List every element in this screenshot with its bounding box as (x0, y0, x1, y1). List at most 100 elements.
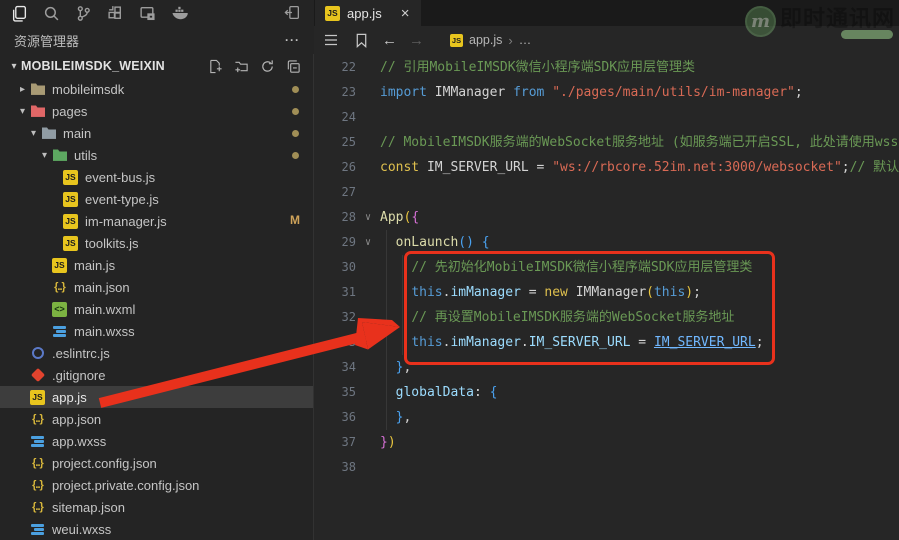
tree-item-.gitignore[interactable]: .gitignore (0, 364, 313, 386)
code-line-27[interactable]: 27 (314, 180, 899, 205)
code-line-34[interactable]: 34 }, (314, 355, 899, 380)
indent-guide (386, 380, 387, 405)
tree-item-event-type.js[interactable]: JS event-type.js (0, 188, 313, 210)
tree-item-toolkits.js[interactable]: JS toolkits.js (0, 232, 313, 254)
tree-item-utils[interactable]: ▾ utils (0, 144, 313, 166)
line-number: 29 (341, 235, 356, 249)
git-modified-badge: M (290, 213, 300, 227)
indent-guide (402, 330, 403, 355)
breadcrumb-file[interactable]: app.js (469, 33, 502, 47)
remote-window-icon[interactable] (138, 4, 157, 23)
tree-item-project.config.json[interactable]: {..} project.config.json (0, 452, 313, 474)
json-file-icon: {..} (32, 457, 44, 469)
json-file-icon: {..} (32, 479, 44, 491)
back-arrow-icon[interactable]: ← (382, 32, 397, 49)
code-line-30[interactable]: 30 // 先初始化MobileIMSDK微信小程序端SDK应用层管理类 (314, 255, 899, 280)
code-line-28[interactable]: 28 ∨ App({ (314, 205, 899, 230)
panel-toggle-icon[interactable] (283, 3, 302, 22)
js-file-icon: JS (62, 169, 79, 185)
chevron-down-icon: ▾ (11, 60, 17, 72)
tree-item-pages[interactable]: ▾ pages (0, 100, 313, 122)
js-file-icon: JS (51, 257, 68, 273)
tree-item-app.wxss[interactable]: app.wxss (0, 430, 313, 452)
fold-chevron-icon[interactable]: ∨ (356, 205, 380, 230)
line-number: 30 (341, 260, 356, 274)
tree-root-folder[interactable]: ▾ MOBILEIMSDK_WEIXIN (0, 54, 313, 78)
code-text: // 先初始化MobileIMSDK微信小程序端SDK应用层管理类 (380, 255, 899, 280)
more-actions-icon[interactable]: ··· (285, 33, 300, 47)
forward-arrow-icon[interactable]: → (409, 32, 424, 49)
tree-item-sitemap.json[interactable]: {..} sitemap.json (0, 496, 313, 518)
code-line-25[interactable]: 25 // MobileIMSDK服务端的WebSocket服务地址 (如服务端已… (314, 130, 899, 155)
explorer-panel-header: 资源管理器 ··· (0, 26, 314, 54)
bookmark-icon[interactable] (352, 31, 370, 49)
line-number: 26 (341, 160, 356, 174)
collapse-all-icon[interactable] (286, 59, 301, 74)
tree-item-project.private.config.json[interactable]: {..} project.private.config.json (0, 474, 313, 496)
indent-guide (386, 330, 387, 355)
indent-guide (386, 355, 387, 380)
tab-app-js[interactable]: JS app.js × (315, 0, 422, 26)
code-editor[interactable]: 22 // 引用MobileIMSDK微信小程序端SDK应用层管理类 23 impor… (314, 54, 899, 540)
code-text: }) (380, 435, 396, 450)
tree-item-im-manager.js[interactable]: JS im-manager.js M (0, 210, 313, 232)
fold-chevron-icon[interactable]: ∨ (356, 230, 380, 255)
tree-item-event-bus.js[interactable]: JS event-bus.js (0, 166, 313, 188)
file-label: event-bus.js (85, 169, 156, 185)
file-label: .eslintrc.js (52, 345, 110, 361)
indent-guide (386, 405, 387, 430)
new-folder-icon[interactable] (234, 59, 249, 74)
explorer-icon[interactable] (10, 4, 29, 23)
tree-actions (208, 59, 301, 74)
source-control-icon[interactable] (74, 4, 93, 23)
code-text: globalData: { (380, 380, 899, 405)
tree-item-main.json[interactable]: {..} main.json (0, 276, 313, 298)
line-number: 22 (341, 60, 356, 74)
file-label: mobileimsdk (52, 81, 125, 97)
code-text: }, (380, 405, 899, 430)
watermark-badge (841, 30, 893, 39)
code-line-35[interactable]: 35 globalData: { (314, 380, 899, 405)
code-line-24[interactable]: 24 (314, 105, 899, 130)
outline-list-icon[interactable] (322, 31, 340, 49)
code-line-36[interactable]: 36 }, (314, 405, 899, 430)
tree-item-main[interactable]: ▾ main (0, 122, 313, 144)
search-icon[interactable] (42, 4, 61, 23)
code-line-29[interactable]: 29 ∨ onLaunch() { (314, 230, 899, 255)
vscode-window: JS app.js × 资源管理器 ··· ▾ MOBILEIMSDK_WEIX… (0, 0, 899, 540)
close-tab-icon[interactable]: × (401, 6, 410, 21)
folder-icon (29, 81, 46, 97)
extensions-icon[interactable] (106, 4, 125, 23)
code-line-37[interactable]: 37}) (314, 430, 899, 455)
tree-item-main.wxss[interactable]: main.wxss (0, 320, 313, 342)
line-number: 23 (341, 85, 356, 99)
tree-item-weui.wxss[interactable]: weui.wxss (0, 518, 313, 540)
new-file-icon[interactable] (208, 59, 223, 74)
file-label: app.js (52, 389, 87, 405)
code-line-33[interactable]: 33 this.imManager.IM_SERVER_URL = IM_SER… (314, 330, 899, 355)
code-line-26[interactable]: 26 const IM_SERVER_URL = "ws://rbcore.52i… (314, 155, 899, 180)
code-line-31[interactable]: 31 this.imManager = new IMManager(this); (314, 280, 899, 305)
breadcrumb-more[interactable]: … (519, 33, 532, 47)
refresh-icon[interactable] (260, 59, 275, 74)
docker-icon[interactable] (170, 4, 189, 23)
code-text: onLaunch() { (380, 230, 899, 255)
line-number: 25 (341, 135, 356, 149)
definition-link[interactable]: IM_SERVER_URL (654, 335, 756, 350)
tree-item-app.json[interactable]: {..} app.json (0, 408, 313, 430)
tree-item-app.js[interactable]: JS app.js (0, 386, 313, 408)
line-number: 38 (341, 460, 356, 474)
line-number: 28 (341, 210, 356, 224)
code-line-22[interactable]: 22 // 引用MobileIMSDK微信小程序端SDK应用层管理类 (314, 55, 899, 80)
tree-item-.eslintrc.js[interactable]: .eslintrc.js (0, 342, 313, 364)
watermark-logo-icon: m (744, 6, 776, 37)
code-line-23[interactable]: 23 import IMManager from "./pages/main/ut… (314, 80, 899, 105)
code-line-38[interactable]: 38 (314, 455, 899, 480)
tree-item-main.wxml[interactable]: <> main.wxml (0, 298, 313, 320)
code-line-32[interactable]: 32 // 再设置MobileIMSDK服务端的WebSocket服务地址 (314, 305, 899, 330)
file-label: .gitignore (52, 367, 106, 383)
tree-item-mobileimsdk[interactable]: ▸ mobileimsdk (0, 78, 313, 100)
chevron-down-icon: ▾ (41, 149, 48, 161)
breadcrumb: JS app.js › … (450, 33, 531, 48)
tree-item-main.js[interactable]: JS main.js (0, 254, 313, 276)
